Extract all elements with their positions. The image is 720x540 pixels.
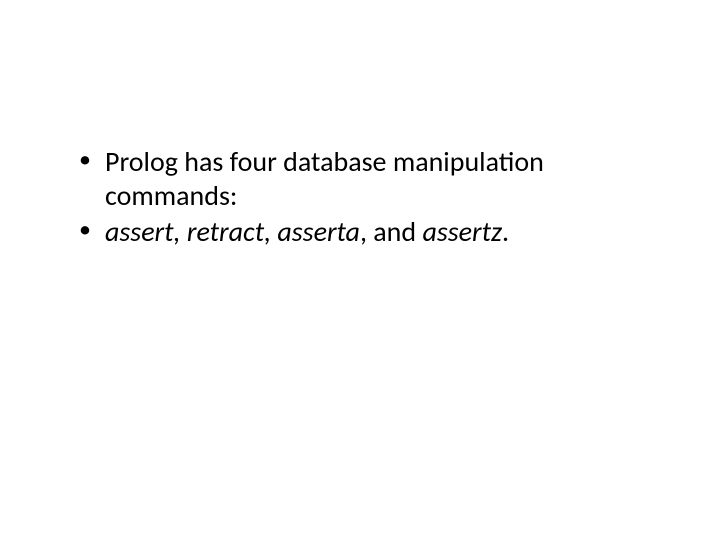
bullet-item-2: assert, retract, asserta, and assertz.	[75, 215, 645, 249]
bullet-italic-commands: assert, retract, asserta	[105, 214, 360, 249]
bullet-plain-1: , and	[360, 214, 422, 249]
bullet-plain-2: .	[502, 214, 509, 249]
bullet-text: Prolog has four database manipulation co…	[105, 144, 544, 213]
bullet-list: Prolog has four database manipulation co…	[75, 145, 645, 249]
bullet-italic-command-last: assertz	[422, 214, 502, 249]
bullet-item-1: Prolog has four database manipulation co…	[75, 145, 645, 213]
slide-content: Prolog has four database manipulation co…	[0, 0, 720, 540]
